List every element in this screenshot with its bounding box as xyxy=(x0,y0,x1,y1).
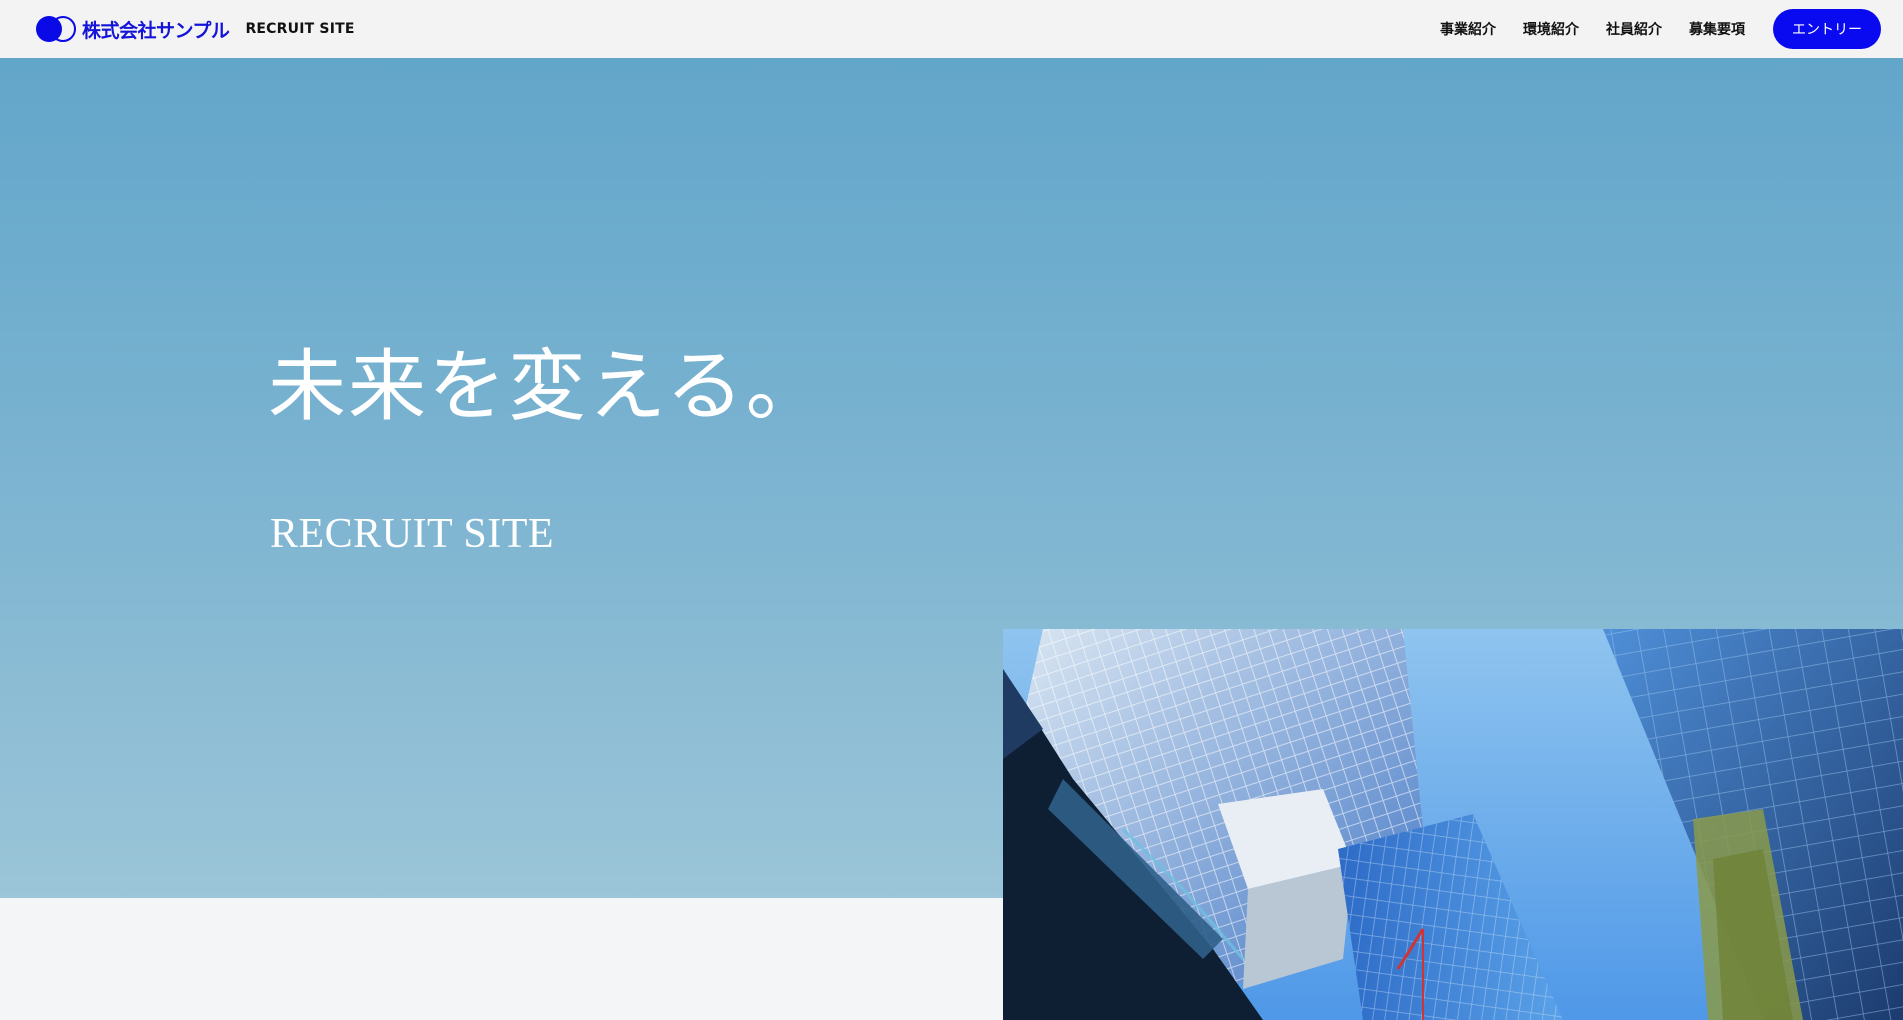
company-name: 株式会社サンプル xyxy=(82,19,230,42)
nav-item-environment[interactable]: 環境紹介 xyxy=(1523,19,1579,39)
skyscraper-photo xyxy=(1003,629,1903,1020)
nav-item-business[interactable]: 事業紹介 xyxy=(1440,19,1496,39)
nav-item-requirements[interactable]: 募集要項 xyxy=(1689,19,1745,39)
nav-item-employees[interactable]: 社員紹介 xyxy=(1606,19,1662,39)
double-circle-logo-icon xyxy=(36,15,78,43)
brand[interactable]: 株式会社サンプル RECRUIT SITE xyxy=(36,15,355,43)
main-nav: 事業紹介 環境紹介 社員紹介 募集要項 エントリー xyxy=(1440,9,1881,49)
site-label: RECRUIT SITE xyxy=(245,21,355,37)
hero-title: 未来を変える。 xyxy=(268,342,826,432)
site-header: 株式会社サンプル RECRUIT SITE 事業紹介 環境紹介 社員紹介 募集要… xyxy=(0,0,1903,58)
entry-button[interactable]: エントリー xyxy=(1773,9,1881,49)
hero-subtitle: RECRUIT SITE xyxy=(270,511,555,557)
